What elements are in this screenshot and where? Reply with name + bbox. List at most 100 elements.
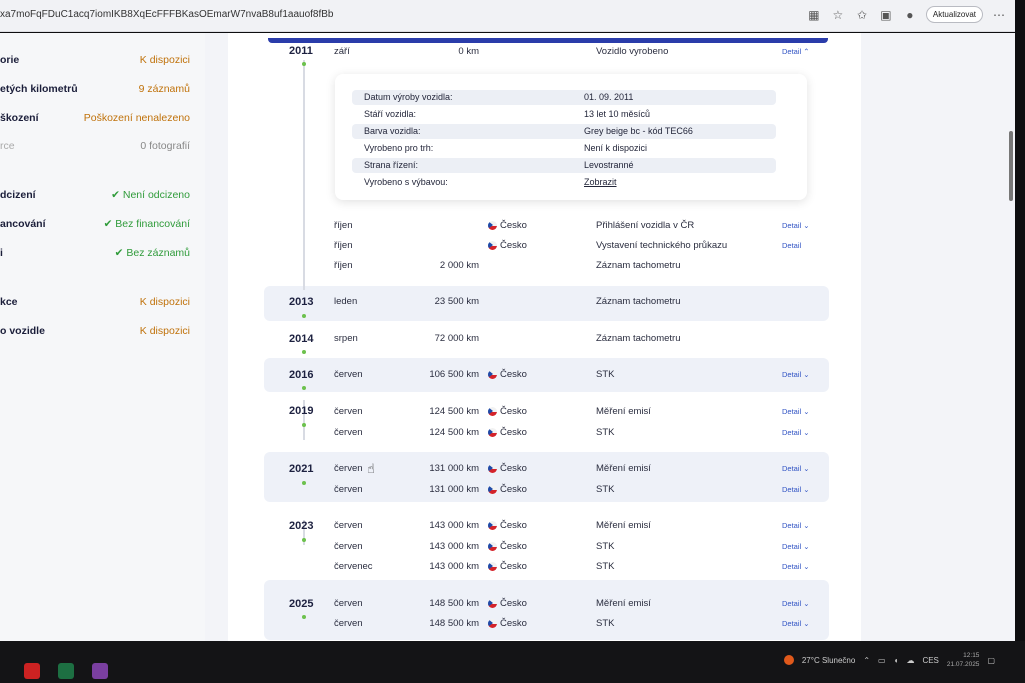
tray-chevron-icon[interactable]: ⌃ [863, 656, 870, 665]
more-menu-icon[interactable]: ⋯ [991, 7, 1007, 23]
detail-toggle-button[interactable]: Detail ⌄ [782, 599, 810, 608]
vehicle-detail-popup: Datum výroby vozidla: 01. 09. 2011 Stáří v… [335, 74, 807, 200]
row-event: STK [596, 541, 615, 552]
row-event: Přihlášení vozidla v ČR [596, 220, 695, 231]
summary-value: K dispozici [140, 296, 190, 308]
favorites-icon[interactable]: ✩ [854, 7, 870, 23]
row-country-text: Česko [500, 406, 527, 417]
app-icon-multicolor[interactable] [92, 663, 108, 679]
summary-value: 0 fotografií [140, 140, 190, 152]
address-bar[interactable]: xa7moFqFDuC1acq7iomIKB8XqEcFFFBKasOEmarW… [0, 9, 334, 20]
detail-toggle-button[interactable]: Detail ⌃ [782, 47, 810, 56]
row-country-text: Česko [500, 598, 527, 609]
language-indicator[interactable]: CES [922, 656, 938, 665]
summary-row[interactable]: škození Poškození nenalezeno [0, 112, 190, 124]
notifications-icon[interactable]: ▢ [987, 656, 995, 665]
collections-icon[interactable]: ▣ [878, 7, 894, 23]
czech-flag-icon [488, 619, 497, 628]
detail-row: Vyrobeno s výbavou: Zobrazit [352, 175, 776, 190]
apps-icon[interactable]: ▦ [806, 7, 822, 23]
row-country-text: Česko [500, 463, 527, 474]
row-country: Česko [488, 220, 527, 231]
detail-toggle-button[interactable]: Detail ⌄ [782, 221, 810, 230]
timeline-row: červen 131 000 km Česko STK Detail ⌄ [334, 484, 814, 498]
timeline-dot [302, 350, 306, 354]
summary-row[interactable]: ancování ✔ Bez financování [0, 218, 190, 230]
row-event: Měření emisí [596, 406, 651, 417]
summary-row[interactable]: i ✔ Bez záznamů [0, 247, 190, 259]
czech-flag-icon [488, 521, 497, 530]
detail-toggle-button[interactable]: Detail ⌄ [782, 619, 810, 628]
timeline-row: červen 131 000 km Česko Měření emisí Detail … [334, 463, 814, 477]
row-country-text: Česko [500, 240, 527, 251]
detail-toggle-button[interactable]: Detail ⌄ [782, 562, 810, 571]
summary-row[interactable]: etých kilometrů 9 záznamů [0, 83, 190, 95]
browser-toolbar: xa7moFqFDuC1acq7iomIKB8XqEcFFFBKasOEmarW… [0, 0, 1015, 32]
row-mileage: 124 500 km [429, 406, 479, 417]
row-mileage: 106 500 km [429, 369, 479, 380]
timeline-dot [302, 314, 306, 318]
row-country: Česko [488, 598, 527, 609]
summary-label: dcizení [0, 189, 36, 201]
year-label: 2016 [289, 369, 314, 381]
detail-toggle-button[interactable]: Detail ⌄ [782, 464, 810, 473]
row-event: Vozidlo vyrobeno [596, 46, 669, 57]
row-country-text: Česko [500, 484, 527, 495]
detail-key: Strana řízení: [364, 160, 419, 170]
row-month: červen [334, 369, 363, 380]
excel-icon[interactable] [58, 663, 74, 679]
row-month: červen [334, 406, 363, 417]
volume-icon[interactable]: ◖ [894, 656, 899, 665]
weather-text[interactable]: 27°C Slunečno [802, 656, 855, 665]
year-label: 2021 [289, 463, 314, 475]
detail-key: Barva vozidla: [364, 126, 421, 136]
profile-avatar-icon[interactable]: ● [902, 7, 918, 23]
row-country-text: Česko [500, 369, 527, 380]
row-mileage: 131 000 km [429, 463, 479, 474]
detail-toggle-button[interactable]: Detail ⌄ [782, 542, 810, 551]
page-gutter [862, 33, 1015, 641]
system-tray: 27°C Slunečno ⌃ ▭ ◖ ☁ CES 12:15 21.07.20… [783, 651, 995, 669]
summary-value-text: K dispozici [139, 54, 190, 66]
row-event: STK [596, 369, 615, 380]
update-button[interactable]: Aktualizovat [925, 6, 983, 23]
summary-row[interactable]: rce 0 fotografií [0, 140, 190, 152]
summary-row[interactable]: kce K dispozici [0, 296, 190, 308]
summary-row[interactable]: dcizení ✔ Není odcizeno [0, 189, 190, 201]
toolbar-icons: ▦ ☆ ✩ ▣ ● Aktualizovat ⋯ [806, 6, 1007, 23]
cloud-icon[interactable]: ☁ [906, 656, 914, 665]
app-icon-red[interactable] [24, 663, 40, 679]
detail-toggle-button[interactable]: Detail ⌄ [782, 485, 810, 494]
timeline-dot [302, 615, 306, 619]
row-mileage: 124 500 km [429, 427, 479, 438]
summary-value-text: K dispozici [139, 296, 190, 308]
detail-toggle-button[interactable]: Detail ⌄ [782, 370, 810, 379]
detail-toggle-button[interactable]: Detail [782, 241, 801, 250]
summary-row[interactable]: orie K dispozici [0, 54, 190, 66]
czech-flag-icon [488, 542, 497, 551]
network-icon[interactable]: ▭ [878, 656, 886, 665]
detail-key: Stáří vozidla: [364, 109, 417, 119]
summary-value-text: 9 záznamů [138, 83, 190, 95]
report-summary-sidebar [0, 33, 205, 641]
summary-row[interactable]: o vozidle K dispozici [0, 325, 190, 337]
row-country: Česko [488, 484, 527, 495]
detail-toggle-button[interactable]: Detail ⌄ [782, 407, 810, 416]
page-scrollbar[interactable] [1009, 131, 1013, 201]
row-mileage: 143 000 km [429, 520, 479, 531]
detail-toggle-button[interactable]: Detail ⌄ [782, 428, 810, 437]
row-country-text: Česko [500, 520, 527, 531]
year-label: 2025 [289, 598, 314, 610]
row-mileage: 143 000 km [429, 561, 479, 572]
row-event: Záznam tachometru [596, 260, 681, 271]
clock[interactable]: 12:15 21.07.2025 [947, 651, 980, 669]
show-equipment-link[interactable]: Zobrazit [584, 177, 617, 187]
detail-row: Barva vozidla: Grey beige bc - kód TEC66 [352, 124, 776, 139]
summary-value: K dispozici [140, 325, 190, 337]
row-month: leden [334, 296, 358, 307]
czech-flag-icon [488, 221, 497, 230]
summary-label: škození [0, 112, 39, 124]
row-event: STK [596, 484, 615, 495]
favorite-star-icon[interactable]: ☆ [830, 7, 846, 23]
detail-toggle-button[interactable]: Detail ⌄ [782, 521, 810, 530]
